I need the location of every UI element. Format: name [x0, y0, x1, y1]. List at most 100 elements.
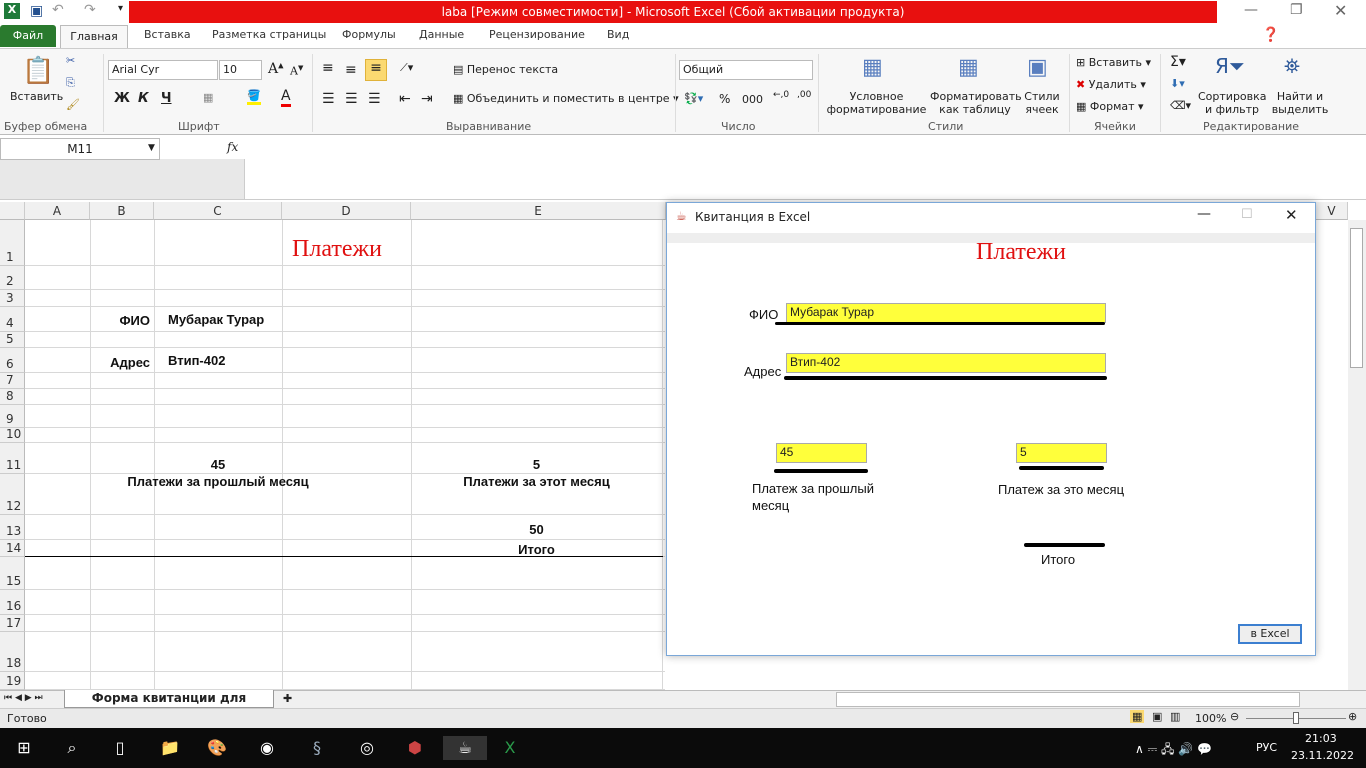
clock-date[interactable]: 23.11.2022: [1291, 749, 1354, 762]
chrome-icon[interactable]: ◎: [355, 736, 379, 760]
orientation-icon[interactable]: ⟋▾: [400, 61, 413, 75]
clock-time[interactable]: 21:03: [1305, 732, 1337, 745]
name-box-dropdown-icon[interactable]: ▼: [148, 143, 155, 153]
java-app-icon[interactable]: ☕: [443, 736, 487, 760]
tab-formulas[interactable]: Формулы: [342, 28, 396, 41]
prev-payment-input[interactable]: 45: [776, 443, 867, 463]
row-header-10[interactable]: 10: [0, 427, 25, 443]
number-format-select[interactable]: Общий: [679, 60, 813, 80]
row-header-15[interactable]: 15: [0, 557, 25, 590]
align-right-icon[interactable]: ☰: [368, 91, 381, 107]
windows-start-icon[interactable]: ⊞: [12, 736, 36, 760]
save-icon[interactable]: ▣: [30, 3, 43, 19]
tab-insert[interactable]: Вставка: [144, 28, 191, 41]
page-layout-view-icon[interactable]: ▣: [1152, 710, 1162, 723]
zoom-in-icon[interactable]: ⊕: [1348, 710, 1357, 723]
decrease-indent-icon[interactable]: ⇤: [399, 91, 411, 107]
align-bottom-icon[interactable]: ≡: [365, 59, 387, 81]
paint-icon[interactable]: 🎨: [205, 736, 229, 760]
tab-view[interactable]: Вид: [607, 28, 629, 41]
format-as-table-button[interactable]: Форматировать как таблицу: [930, 90, 1022, 116]
currency-icon[interactable]: 💱▾: [684, 92, 703, 105]
tab-home[interactable]: Главная: [60, 25, 128, 48]
language-indicator[interactable]: РУС: [1256, 741, 1277, 754]
tray-icons[interactable]: ∧ ⎓ 🖧 🔊 💬: [1135, 740, 1212, 761]
column-header-v[interactable]: V: [1316, 202, 1348, 220]
minimize-icon[interactable]: —: [1244, 2, 1258, 18]
font-color-icon[interactable]: A: [281, 88, 291, 107]
tab-data[interactable]: Данные: [419, 28, 464, 41]
column-header-d[interactable]: D: [282, 202, 411, 220]
row-header-12[interactable]: 12: [0, 474, 25, 515]
task-view-icon[interactable]: ▯: [108, 736, 132, 760]
increase-font-icon[interactable]: A▲: [268, 61, 284, 77]
cell-cur-value[interactable]: 5: [411, 457, 662, 472]
cell-fio[interactable]: Мубарак Турар: [168, 312, 264, 327]
dialog-minimize-icon[interactable]: —: [1197, 206, 1211, 222]
help-icon[interactable]: ❓: [1262, 27, 1279, 43]
paste-button[interactable]: Вставить: [10, 90, 63, 103]
zoom-level[interactable]: 100%: [1195, 712, 1226, 725]
row-header-5[interactable]: 5: [0, 332, 25, 348]
file-explorer-icon[interactable]: 📁: [158, 736, 182, 760]
address-input[interactable]: Втип-402: [786, 353, 1106, 373]
dialog-close-icon[interactable]: ✕: [1285, 206, 1298, 224]
align-center-icon[interactable]: ☰: [345, 91, 358, 107]
italic-button[interactable]: К: [138, 91, 149, 106]
find-select-button[interactable]: Найти и выделить: [1270, 90, 1330, 116]
align-left-icon[interactable]: ☰: [322, 91, 335, 107]
fill-color-icon[interactable]: 🪣: [247, 89, 261, 105]
row-header-8[interactable]: 8: [0, 389, 25, 405]
cur-payment-input[interactable]: 5: [1016, 443, 1107, 463]
quick-access-menu-icon[interactable]: ▾: [118, 3, 123, 14]
redo-icon[interactable]: ↷: [84, 2, 96, 18]
tab-review[interactable]: Рецензирование: [489, 28, 585, 41]
export-to-excel-button[interactable]: в Excel: [1238, 624, 1302, 644]
sheet-nav-icon[interactable]: ⏮ ◀ ▶ ⏭: [4, 693, 43, 703]
cell-cur-label[interactable]: Платежи за этот месяц: [411, 474, 662, 489]
formula-input[interactable]: [246, 138, 1346, 198]
cell-total-value[interactable]: 50: [411, 522, 662, 537]
row-header-17[interactable]: 17: [0, 615, 25, 632]
wrap-text-button[interactable]: ▤ Перенос текста: [453, 63, 558, 76]
cell-prev-label[interactable]: Платежи за прошлый месяц: [90, 474, 346, 489]
row-header-9[interactable]: 9: [0, 405, 25, 428]
row-header-13[interactable]: 13: [0, 515, 25, 540]
row-header-16[interactable]: 16: [0, 590, 25, 615]
excel-taskbar-icon[interactable]: X: [498, 736, 522, 760]
delete-cells-button[interactable]: ✖ Удалить ▾: [1076, 78, 1146, 91]
row-header-11[interactable]: 11: [0, 443, 25, 474]
decrease-decimal-icon[interactable]: ,00: [797, 90, 811, 100]
align-top-icon[interactable]: ≡: [322, 60, 334, 76]
steam-icon[interactable]: ◉: [255, 736, 279, 760]
restore-icon[interactable]: ❐: [1290, 2, 1303, 18]
normal-view-icon[interactable]: ▦: [1130, 710, 1145, 723]
zoom-slider-thumb[interactable]: [1293, 712, 1299, 724]
autosum-icon[interactable]: Σ▾: [1170, 54, 1186, 70]
column-header-a[interactable]: A: [25, 202, 90, 220]
fill-icon[interactable]: ⬇▾: [1170, 77, 1185, 90]
row-header-4[interactable]: 4: [0, 307, 25, 332]
borders-icon[interactable]: ▦: [203, 91, 213, 104]
bold-button[interactable]: Ж: [114, 91, 130, 106]
row-header-14[interactable]: 14: [0, 540, 25, 557]
vertical-scrollbar[interactable]: [1348, 220, 1366, 690]
fio-input[interactable]: Мубарак Турар: [786, 303, 1106, 323]
page-break-view-icon[interactable]: ▥: [1170, 710, 1180, 723]
cell-fio-label[interactable]: ФИО: [90, 313, 150, 328]
font-name-select[interactable]: Arial Cyr: [108, 60, 218, 80]
select-all[interactable]: [0, 202, 25, 220]
horizontal-scrollbar[interactable]: [836, 692, 1300, 707]
row-header-19[interactable]: 19: [0, 672, 25, 690]
format-painter-icon[interactable]: 🖌: [66, 98, 80, 111]
conditional-format-button[interactable]: Условное форматирование: [824, 90, 929, 116]
new-sheet-icon[interactable]: ✚: [283, 692, 292, 705]
decrease-font-icon[interactable]: A▼: [290, 64, 303, 78]
cell-prev-value[interactable]: 45: [154, 457, 282, 472]
tab-file[interactable]: Файл: [0, 25, 56, 47]
search-icon[interactable]: ⌕: [60, 736, 84, 760]
zoom-out-icon[interactable]: ⊖: [1230, 710, 1239, 723]
clear-icon[interactable]: ⌫▾: [1170, 99, 1191, 112]
dialog-maximize-icon[interactable]: ☐: [1241, 207, 1253, 222]
column-header-b[interactable]: B: [90, 202, 154, 220]
